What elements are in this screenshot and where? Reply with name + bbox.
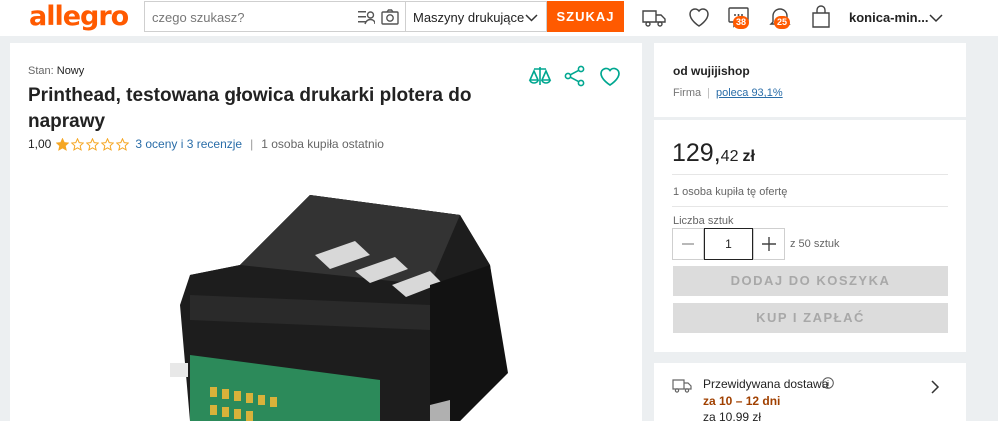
- heart-icon[interactable]: [686, 5, 712, 29]
- notifications-badge: 25: [774, 16, 791, 29]
- price-decimal: 42: [720, 148, 739, 165]
- delivery-truck-icon[interactable]: [641, 5, 667, 29]
- price-currency: zł: [742, 148, 755, 165]
- quantity-label: Liczba sztuk: [673, 215, 734, 227]
- price: 129,42 zł: [672, 139, 755, 168]
- share-icon[interactable]: [563, 65, 587, 87]
- minus-icon: [682, 243, 694, 245]
- star-empty-icon: [101, 137, 115, 151]
- search-input[interactable]: czego szukasz?: [144, 1, 406, 32]
- delivery-truck-icon: [672, 379, 692, 393]
- seller-type: Firma: [673, 87, 702, 99]
- star-rating: [56, 137, 131, 151]
- decrease-button[interactable]: [672, 228, 704, 260]
- buy-box: 129,42 zł 1 osoba kupiła tę ofertę Liczba…: [654, 120, 966, 352]
- chevron-right-icon[interactable]: [929, 380, 941, 394]
- bought-offer: 1 osoba kupiła tę ofertę: [673, 186, 788, 198]
- star-empty-icon: [116, 137, 130, 151]
- quantity-input[interactable]: 1: [704, 228, 753, 260]
- top-header: allegro czego szukasz? Maszyny drukujące…: [0, 0, 998, 36]
- search-history-icon[interactable]: [358, 9, 375, 25]
- compare-icon[interactable]: [528, 65, 552, 87]
- star-empty-icon: [71, 137, 85, 151]
- heart-icon[interactable]: [598, 65, 622, 87]
- category-select[interactable]: Maszyny drukujące: [405, 1, 547, 32]
- quantity-available: z 50 sztuk: [790, 238, 840, 250]
- product-card: Stan: Nowy Printhead, testowana głowica …: [10, 43, 642, 421]
- user-account-name[interactable]: konica-min...: [849, 10, 928, 25]
- separator: |: [707, 87, 710, 99]
- star-filled-icon: [56, 137, 70, 151]
- rating-row: 1,00 3 oceny i 3 recenzje | 1 osoba kupi…: [28, 137, 384, 151]
- delivery-label: Przewidywana dostawa: [703, 377, 829, 391]
- seller-name[interactable]: od wujijishop: [673, 64, 750, 78]
- info-icon[interactable]: [822, 377, 834, 389]
- reviews-link[interactable]: 3 oceny i 3 recenzje: [135, 137, 242, 151]
- delivery-card[interactable]: Przewidywana dostawa za 10 – 12 dni za 1…: [654, 363, 966, 421]
- rating-value: 1,00: [28, 137, 52, 151]
- seller-recommend-link[interactable]: poleca 93,1%: [716, 87, 783, 99]
- delivery-time: za 10 – 12 dni: [703, 394, 781, 408]
- product-actions: [528, 65, 633, 87]
- quantity-stepper: 1: [672, 228, 785, 260]
- chevron-down-icon: [525, 14, 538, 22]
- product-image[interactable]: [130, 155, 530, 421]
- increase-button[interactable]: [753, 228, 785, 260]
- search-button[interactable]: SZUKAJ: [547, 1, 624, 32]
- product-title: Printhead, testowana głowica drukarki pl…: [28, 85, 472, 132]
- camera-icon[interactable]: [381, 8, 399, 26]
- category-value: Maszyny drukujące: [413, 10, 525, 25]
- delivery-cost: za 10,99 zł: [703, 410, 762, 421]
- cart-bag-icon[interactable]: [808, 5, 834, 29]
- plus-icon: [762, 237, 776, 251]
- price-integer: 129,: [672, 139, 721, 167]
- allegro-logo[interactable]: allegro: [29, 1, 129, 32]
- chevron-down-icon[interactable]: [929, 11, 943, 25]
- divider: [672, 206, 948, 207]
- seller-meta: Firma | poleca 93,1%: [673, 87, 783, 99]
- search-placeholder: czego szukasz?: [152, 10, 245, 25]
- bought-recently: 1 osoba kupiła ostatnio: [261, 137, 384, 151]
- add-to-cart-button[interactable]: DODAJ DO KOSZYKA: [673, 266, 948, 296]
- divider: [672, 174, 948, 175]
- seller-card: od wujijishop Firma | poleca 93,1%: [654, 43, 966, 117]
- condition-label: Stan:: [28, 65, 54, 77]
- condition: Stan: Nowy: [28, 65, 84, 77]
- separator: |: [250, 137, 254, 151]
- star-empty-icon: [86, 137, 100, 151]
- condition-value: Nowy: [56, 65, 85, 77]
- buy-now-button[interactable]: KUP I ZAPŁAĆ: [673, 303, 948, 333]
- messages-badge: 38: [733, 16, 750, 29]
